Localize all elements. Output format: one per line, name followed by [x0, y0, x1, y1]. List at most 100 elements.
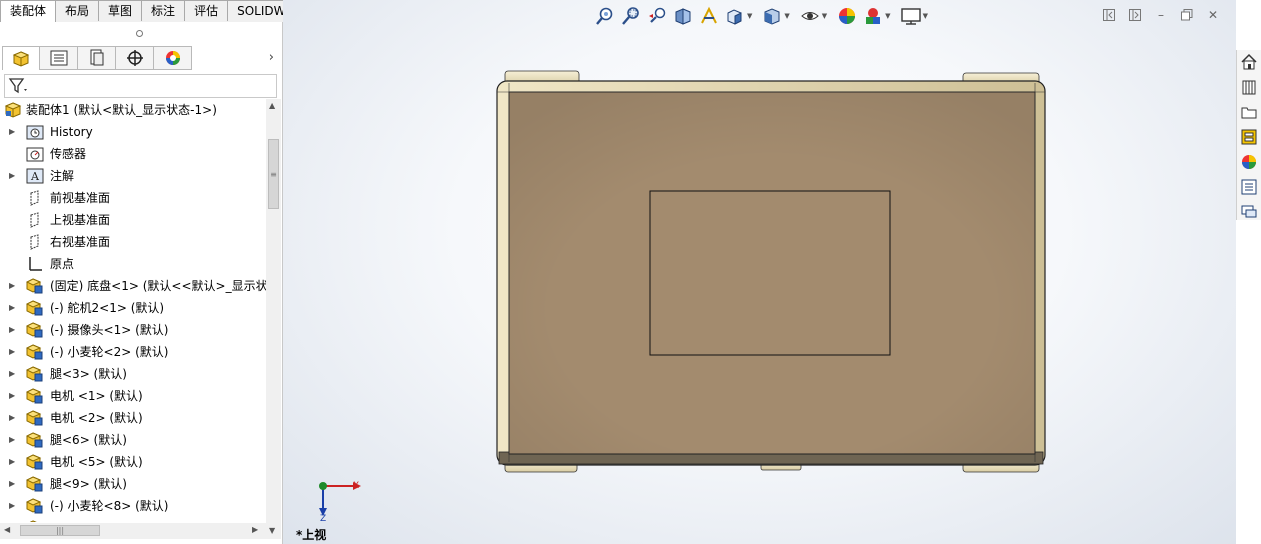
design-library-icon[interactable] — [1237, 75, 1261, 99]
home-icon[interactable] — [1237, 50, 1261, 74]
expand-arrow-icon[interactable]: ▶ — [9, 121, 17, 143]
tree-item-label: 腿<9> (默认) — [50, 477, 127, 491]
tree-item-label: 电机 <1> (默认) — [50, 389, 143, 403]
tree-item[interactable]: ▶ — [0, 517, 266, 522]
file-explorer-icon[interactable] — [1237, 100, 1261, 124]
expand-arrow-icon[interactable]: ▶ — [9, 473, 17, 495]
part-icon — [25, 454, 44, 470]
tree-vertical-scrollbar[interactable]: ▲ ≡ ▼ — [266, 99, 281, 539]
tree-item-label: 电机 <5> (默认) — [50, 455, 143, 469]
part-icon — [25, 278, 44, 294]
manager-tabs: › — [2, 46, 280, 71]
property-manager-tab[interactable] — [40, 46, 78, 70]
tree-item-label: 注解 — [50, 169, 75, 183]
expand-arrow-icon[interactable]: ▶ — [9, 495, 17, 517]
triad-x-label: X — [353, 481, 360, 491]
assembly-icon — [4, 102, 22, 118]
tree-item[interactable]: ▶ (-) 摄像头<1> (默认) — [0, 319, 266, 341]
configuration-manager-icon — [90, 49, 103, 66]
view-palette-icon[interactable] — [1237, 125, 1261, 149]
tree-item[interactable]: ▶ (-) 舵机2<1> (默认) — [0, 297, 266, 319]
part-icon — [25, 432, 44, 448]
part-icon — [26, 520, 44, 522]
tree-item-label: 传感器 — [50, 147, 87, 161]
custom-properties-icon[interactable] — [1237, 175, 1261, 199]
dimxpert-manager-tab[interactable] — [116, 46, 154, 70]
part-icon — [25, 344, 44, 360]
expand-arrow-icon[interactable]: ▶ — [9, 451, 17, 473]
tree-item-label: (固定) 底盘<1> (默认<<默认>_显示状态 — [50, 279, 266, 293]
scroll-down-icon: ▼ — [269, 526, 276, 535]
svg-text:A: A — [30, 170, 40, 183]
scroll-thumb-horizontal[interactable]: ||| — [20, 525, 100, 536]
command-tab[interactable]: 评估 — [185, 0, 229, 21]
expand-arrow-icon[interactable]: ▶ — [9, 363, 17, 385]
tree-item[interactable]: ▶ 电机 <5> (默认) — [0, 451, 266, 473]
command-tab[interactable]: 装配体 — [0, 0, 57, 23]
tree-item-label: 原点 — [50, 257, 75, 271]
crosshair-icon — [126, 50, 143, 66]
graphics-area[interactable]: ▼ ▼ ▼ ▼ ▼ – ✕ X Z — [283, 0, 1236, 544]
tree-item-label: 腿<6> (默认) — [50, 433, 127, 447]
command-tab[interactable]: 草图 — [99, 0, 143, 21]
scroll-thumb[interactable]: ≡ — [268, 139, 279, 209]
part-icon — [25, 322, 44, 338]
configuration-manager-tab[interactable] — [78, 46, 116, 70]
filter-icon[interactable] — [8, 77, 30, 98]
expand-arrow-icon[interactable]: ▶ — [9, 275, 17, 297]
expand-arrow-icon[interactable]: ▶ — [9, 385, 17, 407]
tree-item[interactable]: ▶ 腿<9> (默认) — [0, 473, 266, 495]
forum-icon[interactable] — [1237, 200, 1261, 224]
expand-arrow-icon[interactable]: ▶ — [9, 517, 17, 522]
tree-item[interactable]: ▶ 电机 <1> (默认) — [0, 385, 266, 407]
expand-arrow-icon[interactable]: ▶ — [9, 429, 17, 451]
tree-item[interactable]: ▶ (固定) 底盘<1> (默认<<默认>_显示状态 — [0, 275, 266, 297]
expand-arrow-icon[interactable]: ▶ — [9, 297, 17, 319]
appearances-icon[interactable] — [1237, 150, 1261, 174]
tree-item[interactable]: 上视基准面 — [0, 209, 266, 231]
tree-item[interactable]: ▶ History — [0, 121, 266, 143]
expand-arrow-icon[interactable]: ▶ — [9, 341, 17, 363]
scroll-up-icon: ▲ — [269, 101, 276, 110]
task-pane — [1236, 50, 1261, 220]
expand-arrow-icon[interactable]: ▶ — [9, 165, 17, 187]
display-manager-tab[interactable] — [154, 46, 192, 70]
display-manager-icon — [165, 51, 180, 65]
feature-tree: 装配体1 (默认<默认_显示状态-1>) ▶ History 传感器 ▶ A 注解前视基准面… — [0, 99, 266, 522]
tree-horizontal-scrollbar[interactable]: ◀ ||| ▶ — [0, 523, 266, 539]
feature-manager-tab[interactable] — [2, 46, 40, 70]
command-tab[interactable]: 布局 — [56, 0, 100, 21]
tree-item-label: 右视基准面 — [50, 235, 111, 249]
plane-icon — [26, 212, 44, 228]
command-tab[interactable]: 标注 — [142, 0, 186, 21]
plane-icon — [26, 234, 44, 250]
tree-item[interactable]: ▶ 腿<3> (默认) — [0, 363, 266, 385]
property-manager-icon — [50, 50, 67, 66]
tree-item[interactable]: ▶ (-) 小麦轮<2> (默认) — [0, 341, 266, 363]
tree-item[interactable]: 右视基准面 — [0, 231, 266, 253]
feature-manager-panel: › 装配体1 (默认<默认_显示状态-1>) ▶ History 传感器 ▶ A 注解前视基… — [0, 22, 283, 544]
expand-arrow-icon[interactable]: ▶ — [9, 407, 17, 429]
assembly-model-top-view[interactable] — [283, 0, 1236, 544]
part-icon — [25, 388, 44, 404]
tree-item-label: 前视基准面 — [50, 191, 111, 205]
tree-item-label: 上视基准面 — [50, 213, 111, 227]
annotation-icon: A — [26, 168, 44, 184]
tree-item[interactable]: ▶ 电机 <2> (默认) — [0, 407, 266, 429]
expand-arrow-icon[interactable]: ▶ — [9, 319, 17, 341]
tree-item[interactable]: 传感器 — [0, 143, 266, 165]
tree-root-assembly[interactable]: 装配体1 (默认<默认_显示状态-1>) — [0, 99, 266, 121]
part-icon — [25, 300, 44, 316]
chevron-right-icon[interactable]: › — [269, 50, 274, 65]
tree-item[interactable]: 原点 — [0, 253, 266, 275]
tree-item[interactable]: ▶ (-) 小麦轮<8> (默认) — [0, 495, 266, 517]
triad-z-label: Z — [320, 514, 327, 524]
tree-item-label: 电机 <2> (默认) — [50, 411, 143, 425]
panel-grip[interactable] — [0, 22, 282, 44]
tree-item-label: (-) 小麦轮<2> (默认) — [50, 345, 169, 359]
part-icon — [25, 410, 44, 426]
tree-item[interactable]: ▶ 腿<6> (默认) — [0, 429, 266, 451]
tree-item[interactable]: ▶ A 注解 — [0, 165, 266, 187]
tree-item[interactable]: 前视基准面 — [0, 187, 266, 209]
tree-filter[interactable] — [4, 74, 277, 98]
